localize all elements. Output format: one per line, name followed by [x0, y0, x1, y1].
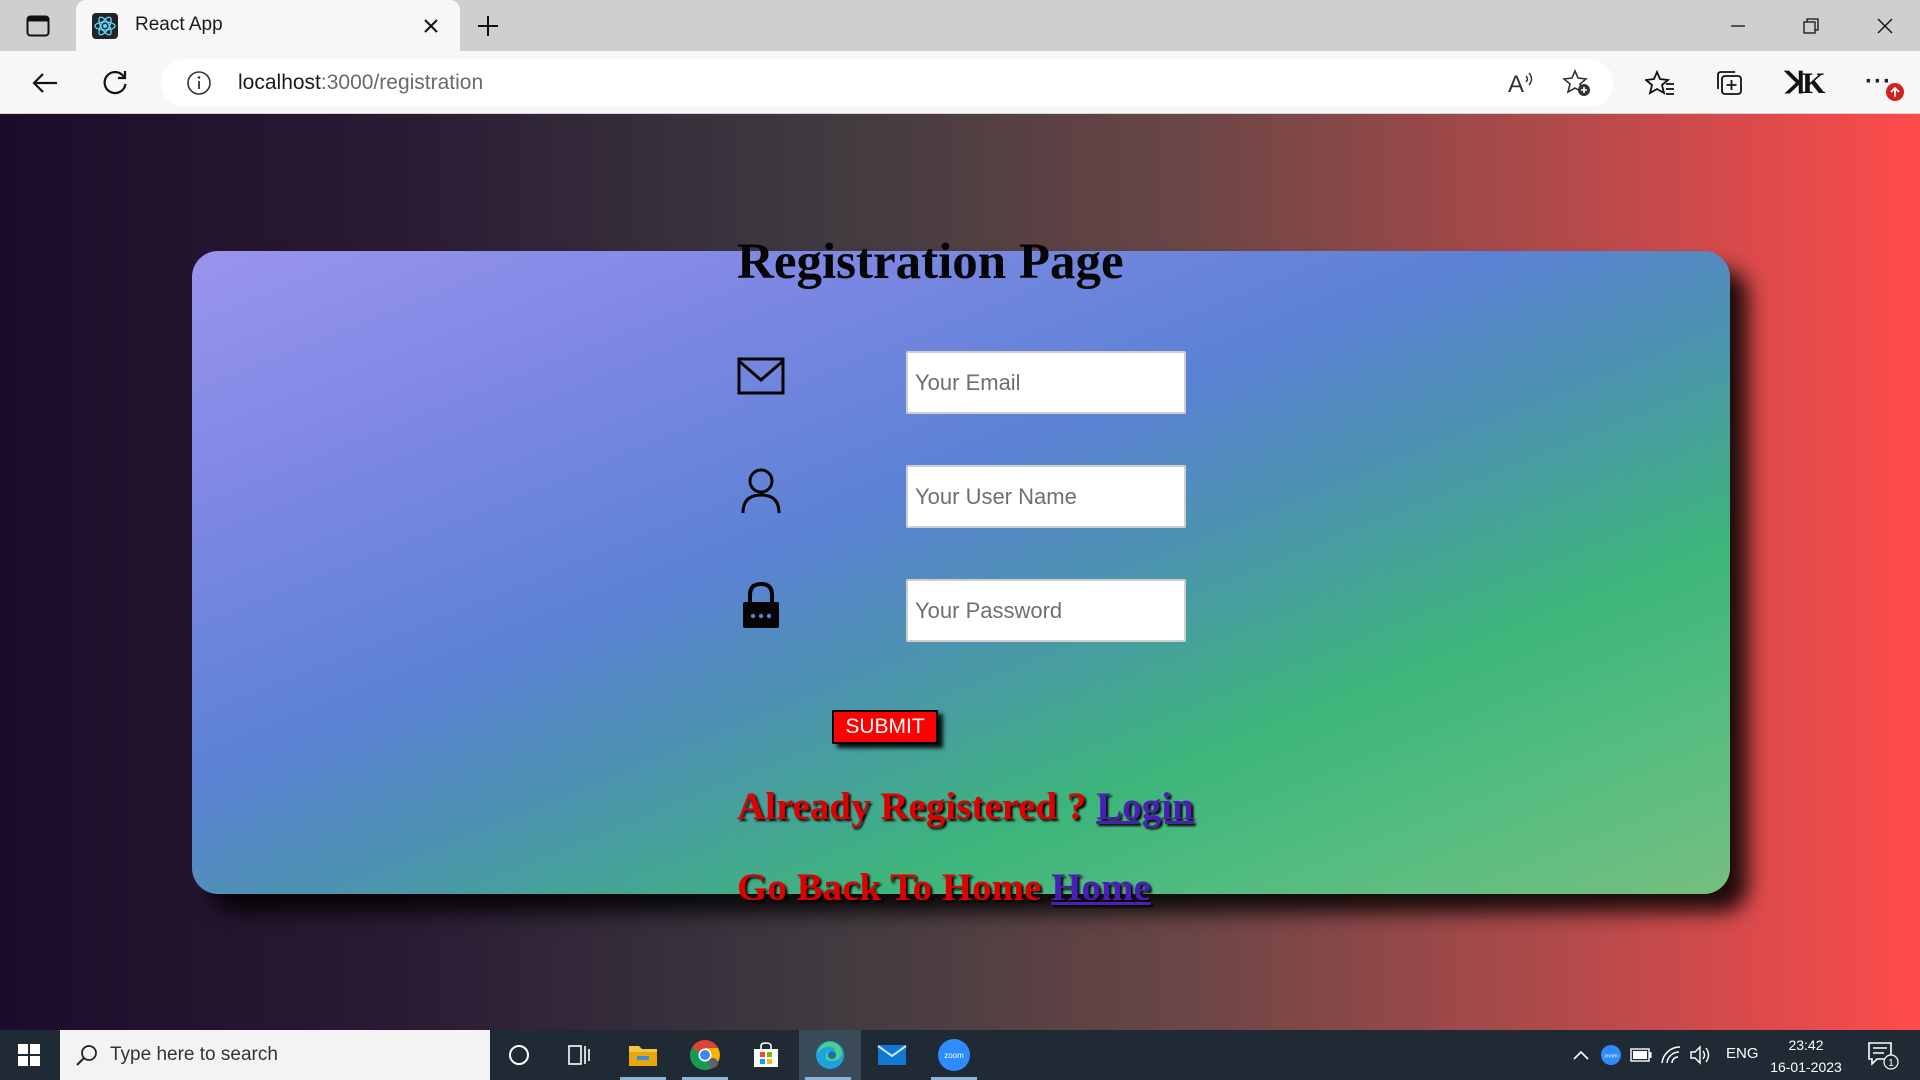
page-title: Registration Page — [737, 234, 1124, 290]
url-text: localhost:3000/registration — [238, 71, 483, 95]
close-window-icon[interactable] — [1862, 8, 1908, 44]
windows-start-icon[interactable] — [0, 1030, 58, 1080]
login-link[interactable]: Login — [1096, 785, 1194, 828]
taskbar-search-input[interactable]: Type here to search — [60, 1030, 490, 1080]
url-host: localhost — [238, 71, 321, 94]
email-field[interactable] — [906, 351, 1186, 414]
close-tab-icon[interactable] — [418, 13, 444, 39]
microsoft-store-icon[interactable] — [737, 1030, 795, 1080]
clock-date: 16-01-2023 — [1770, 1059, 1842, 1075]
user-icon — [735, 465, 787, 517]
tab-actions-icon[interactable] — [18, 12, 58, 40]
clock[interactable]: 23:42 16-01-2023 — [1766, 1034, 1846, 1078]
new-tab-icon[interactable] — [472, 10, 504, 42]
add-favorite-icon[interactable] — [1561, 68, 1593, 98]
tab-title: React App — [135, 14, 223, 35]
url-path: :3000/registration — [320, 71, 484, 94]
mail-icon[interactable] — [863, 1030, 921, 1080]
task-view-icon[interactable] — [551, 1030, 609, 1080]
profile-avatar[interactable]: ꓘK — [1782, 64, 1826, 102]
notifications-icon[interactable]: 1 — [1867, 1040, 1899, 1070]
back-icon[interactable] — [25, 64, 65, 102]
clock-time: 23:42 — [1788, 1037, 1824, 1053]
more-menu-button[interactable]: ··· — [1858, 64, 1904, 102]
read-aloud-icon[interactable]: A — [1504, 68, 1536, 98]
refresh-icon[interactable] — [95, 64, 135, 102]
wifi-icon[interactable] — [1658, 1042, 1684, 1068]
chevron-up-icon[interactable] — [1568, 1042, 1594, 1068]
chrome-icon[interactable] — [676, 1030, 734, 1080]
svg-text:A: A — [1508, 71, 1524, 96]
zoom-icon[interactable]: zoom — [925, 1030, 983, 1080]
file-explorer-icon[interactable] — [614, 1030, 672, 1080]
password-field[interactable] — [906, 579, 1186, 642]
already-registered-line: Already Registered ? Login — [737, 784, 1194, 829]
home-link[interactable]: Home — [1051, 866, 1151, 909]
battery-icon[interactable] — [1628, 1042, 1654, 1068]
react-logo-icon — [92, 13, 118, 39]
page-background: Registration Page SUBMIT Already Registe… — [0, 114, 1920, 1030]
search-icon — [74, 1043, 100, 1069]
notification-count: 1 — [1888, 1058, 1894, 1069]
language-indicator[interactable]: ENG — [1726, 1045, 1759, 1062]
update-badge-icon — [1886, 83, 1904, 101]
browser-toolbar: localhost:3000/registration A ꓘK ··· — [0, 51, 1920, 114]
go-back-line: Go Back To Home Home — [737, 865, 1151, 910]
taskbar: Type here to search zoom zoom ENG 23:42 … — [0, 1030, 1920, 1080]
minimize-icon[interactable] — [1715, 8, 1761, 44]
cortana-icon[interactable] — [490, 1030, 548, 1080]
svg-text:zoom: zoom — [1604, 1054, 1618, 1060]
submit-button[interactable]: SUBMIT — [832, 710, 938, 744]
browser-tab-bar: React App — [0, 0, 1920, 51]
taskbar-search-placeholder: Type here to search — [110, 1044, 278, 1065]
volume-icon[interactable] — [1688, 1042, 1714, 1068]
username-field[interactable] — [906, 465, 1186, 528]
zoom-tray-icon[interactable]: zoom — [1598, 1042, 1624, 1068]
site-info-icon[interactable] — [186, 70, 212, 96]
envelope-icon — [735, 350, 787, 402]
go-back-text: Go Back To Home — [737, 866, 1052, 909]
already-registered-text: Already Registered ? — [737, 785, 1097, 828]
address-bar[interactable]: localhost:3000/registration A — [161, 59, 1613, 107]
lock-icon — [735, 580, 787, 632]
tab-react-app[interactable]: React App — [76, 0, 460, 51]
svg-text:zoom: zoom — [944, 1051, 964, 1060]
edge-icon[interactable] — [799, 1030, 861, 1080]
restore-icon[interactable] — [1788, 8, 1834, 44]
favorites-icon[interactable] — [1640, 64, 1680, 102]
collections-icon[interactable] — [1710, 64, 1750, 102]
